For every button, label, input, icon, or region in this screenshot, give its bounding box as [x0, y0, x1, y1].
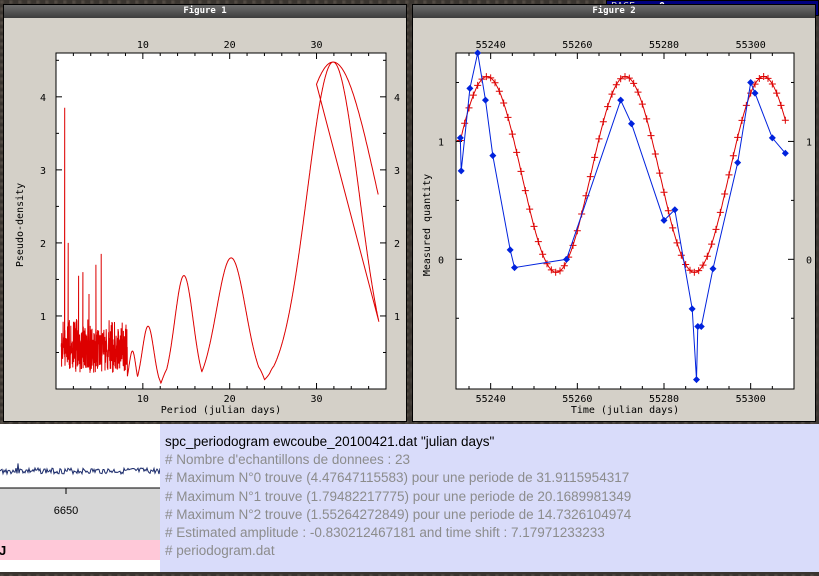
console-command-line: spc_periodogram ewcoube_20100421.dat "ju…: [165, 434, 495, 449]
figure1-xlabel: Period (julian days): [161, 405, 281, 416]
console-comment-line: # periodogram.dat: [165, 543, 275, 559]
figure1-xtick-label: 20: [224, 394, 236, 405]
figure2-xtick-label-top: 55300: [736, 40, 766, 51]
figure1-xtick-label-top: 30: [311, 40, 323, 51]
figure2-xlabel: Time (julian days): [571, 405, 679, 416]
figure1-titlebar[interactable]: Figure 1: [4, 5, 406, 18]
figure1-title: Figure 1: [183, 6, 227, 16]
console-comment-line: # Maximum N°2 trouve (1.55264272849) pou…: [165, 506, 632, 522]
figure2-ytick-label-right: 1: [806, 137, 812, 148]
figure2-xtick-label: 55280: [649, 394, 679, 405]
console-comment-line: # Nombre d'echantillons de donnees : 23: [165, 452, 410, 468]
console-comment-line: # Maximum N°1 trouve (1.79482217775) pou…: [165, 488, 632, 504]
console-output[interactable]: spc_periodogram ewcoube_20100421.dat "ju…: [160, 424, 819, 572]
figure1-ytick-label-right: 3: [394, 166, 400, 177]
figure1-canvas: 10 10 20 20 30 30 1 1 2 2 3 3 4 4 Period (julian days…: [8, 20, 404, 418]
figure2-xtick-label-top: 55240: [476, 40, 506, 51]
figure1-ytick-label-right: 4: [394, 93, 400, 104]
figure1-plot: 10 10 20 20 30 30 1 1 2 2 3 3 4 4 Period (julian days…: [15, 40, 400, 416]
console-comment-line: # Estimated amplitude : -0.830212467181 …: [165, 525, 605, 541]
figure1-xtick-label-top: 20: [224, 40, 236, 51]
figure2-xtick-label-top: 55280: [649, 40, 679, 51]
figure1-ytick-label-right: 2: [394, 239, 400, 250]
figure2-xtick-label: 55260: [562, 394, 592, 405]
figure1-ytick-label: 1: [40, 312, 46, 323]
figure2-ytick-label: 1: [438, 137, 444, 148]
figure2-xtick-label: 55240: [476, 394, 506, 405]
bottom-left-plot: 6650 J: [0, 424, 161, 572]
status-letter: J: [0, 543, 6, 558]
bottom-left-plot-window: 6650 J: [0, 424, 161, 572]
figure1-ytick-label: 3: [40, 166, 46, 177]
figure1-ytick-label-right: 1: [394, 312, 400, 323]
figure2-canvas: 55240 55240 55260 55260 55280 55280 55300 55300…: [417, 20, 813, 418]
figure1-ytick-label: 2: [40, 239, 46, 250]
figure1-ylabel: Pseudo-density: [15, 183, 26, 267]
figure2-xtick-label-top: 55260: [562, 40, 592, 51]
bottom-left-tick-label: 6650: [54, 505, 78, 517]
figure2-titlebar[interactable]: Figure 2: [413, 5, 815, 18]
figure2-ytick-label: 0: [438, 255, 444, 266]
figure1-window[interactable]: Figure 1 10 10 20 20 30 30 1 1 2 2 3 3 4 4 Period (ju…: [3, 4, 407, 422]
figure2-ylabel: Measured quantity: [422, 174, 433, 276]
figure2-plot: 55240 55240 55260 55260 55280 55280 55300 55300…: [422, 40, 812, 416]
console-comment-line: # Maximum N°0 trouve (4.47647115583) pou…: [165, 470, 630, 486]
figure2-window[interactable]: Figure 2 55240 55240 55260 55260 55280 55280 5…: [412, 4, 816, 422]
figure1-xtick-label-top: 10: [137, 40, 149, 51]
figure2-ytick-label-right: 0: [806, 255, 812, 266]
figure2-title: Figure 2: [592, 6, 636, 16]
figure1-plot-area: [56, 53, 386, 389]
figure1-ytick-label: 4: [40, 93, 46, 104]
figure1-xtick-label: 30: [311, 394, 323, 405]
figure1-xtick-label: 10: [137, 394, 149, 405]
figure2-xtick-label: 55300: [736, 394, 766, 405]
